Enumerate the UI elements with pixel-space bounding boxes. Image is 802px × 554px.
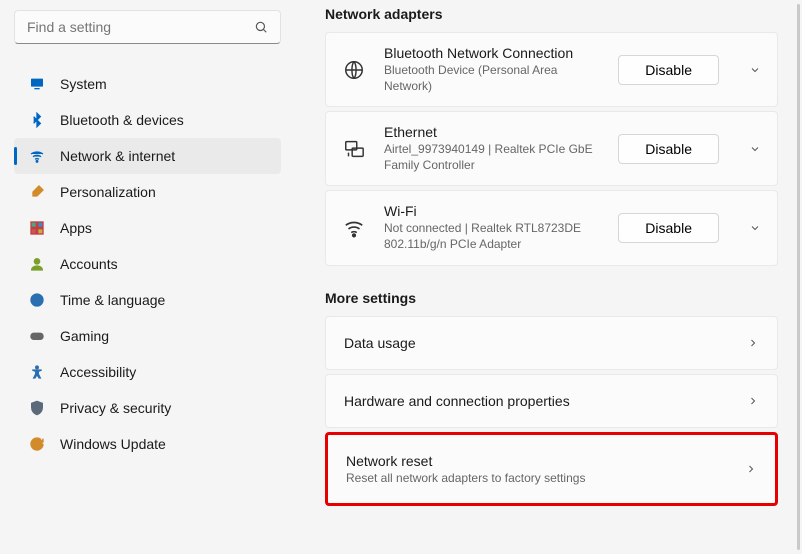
disable-button[interactable]: Disable — [618, 134, 719, 164]
main-content: Network adapters Bluetooth Network Conne… — [295, 0, 802, 554]
sidebar-item-label: Gaming — [60, 328, 109, 344]
vertical-scrollbar[interactable] — [797, 4, 800, 550]
sidebar-item-label: System — [60, 76, 107, 92]
more-settings-heading: More settings — [325, 290, 778, 306]
sidebar-item-label: Time & language — [60, 292, 165, 308]
sidebar: System Bluetooth & devices Network & inter… — [0, 0, 295, 554]
row-title: Data usage — [344, 335, 747, 351]
adapter-card: Ethernet Airtel_9973940149 | Realtek PCIe… — [325, 111, 778, 186]
sidebar-item-label: Apps — [60, 220, 92, 236]
sidebar-item-label: Privacy & security — [60, 400, 171, 416]
search-box[interactable] — [14, 10, 281, 44]
chevron-right-icon — [745, 463, 757, 475]
bluetooth-icon — [28, 112, 46, 128]
search-input[interactable] — [27, 19, 254, 35]
sidebar-item-label: Windows Update — [60, 436, 166, 452]
sidebar-item-accessibility[interactable]: Accessibility — [14, 354, 281, 390]
sidebar-item-accounts[interactable]: Accounts — [14, 246, 281, 282]
adapter-subtitle: Airtel_9973940149 | Realtek PCIe GbE Fam… — [384, 142, 600, 173]
gamepad-icon — [28, 328, 46, 344]
sidebar-item-windows-update[interactable]: Windows Update — [14, 426, 281, 462]
sidebar-item-time-language[interactable]: Time & language — [14, 282, 281, 318]
sidebar-item-personalization[interactable]: Personalization — [14, 174, 281, 210]
sidebar-item-system[interactable]: System — [14, 66, 281, 102]
row-title: Network reset — [346, 453, 745, 469]
chevron-right-icon — [747, 337, 759, 349]
adapter-title: Wi-Fi — [384, 203, 600, 219]
sidebar-item-label: Personalization — [60, 184, 156, 200]
adapter-card: Wi-Fi Not connected | Realtek RTL8723DE 8… — [325, 190, 778, 265]
sidebar-item-label: Network & internet — [60, 148, 175, 164]
update-icon — [28, 436, 46, 452]
settings-row-data-usage[interactable]: Data usage — [325, 316, 778, 370]
row-subtitle: Reset all network adapters to factory se… — [346, 471, 745, 485]
settings-row-hardware-and-connection-properties[interactable]: Hardware and connection properties — [325, 374, 778, 428]
settings-row-network-reset[interactable]: Network reset Reset all network adapters … — [325, 432, 778, 506]
wifi-waves-icon — [342, 217, 366, 239]
sidebar-item-network-internet[interactable]: Network & internet — [14, 138, 281, 174]
adapters-heading: Network adapters — [325, 6, 778, 22]
chevron-right-icon — [747, 395, 759, 407]
adapter-subtitle: Not connected | Realtek RTL8723DE 802.11… — [384, 221, 600, 252]
sidebar-item-label: Accessibility — [60, 364, 136, 380]
ethernet-icon — [342, 138, 366, 160]
sidebar-item-label: Bluetooth & devices — [60, 112, 184, 128]
adapter-title: Ethernet — [384, 124, 600, 140]
row-title: Hardware and connection properties — [344, 393, 747, 409]
monitor-icon — [28, 76, 46, 92]
globe-icon — [28, 292, 46, 308]
shield-icon — [28, 400, 46, 416]
person-icon — [28, 256, 46, 272]
sidebar-item-apps[interactable]: Apps — [14, 210, 281, 246]
disable-button[interactable]: Disable — [618, 55, 719, 85]
apps-icon — [28, 220, 46, 236]
wifi-icon — [28, 148, 46, 164]
accessibility-icon — [28, 364, 46, 380]
sidebar-item-privacy-security[interactable]: Privacy & security — [14, 390, 281, 426]
sidebar-item-bluetooth-devices[interactable]: Bluetooth & devices — [14, 102, 281, 138]
sidebar-item-label: Accounts — [60, 256, 118, 272]
adapter-title: Bluetooth Network Connection — [384, 45, 600, 61]
chevron-down-icon[interactable] — [737, 64, 761, 76]
search-icon — [254, 20, 268, 34]
adapter-card: Bluetooth Network Connection Bluetooth De… — [325, 32, 778, 107]
chevron-down-icon[interactable] — [737, 222, 761, 234]
disable-button[interactable]: Disable — [618, 213, 719, 243]
chevron-down-icon[interactable] — [737, 143, 761, 155]
brush-icon — [28, 184, 46, 200]
globe-network-icon — [342, 59, 366, 81]
adapter-subtitle: Bluetooth Device (Personal Area Network) — [384, 63, 600, 94]
sidebar-item-gaming[interactable]: Gaming — [14, 318, 281, 354]
